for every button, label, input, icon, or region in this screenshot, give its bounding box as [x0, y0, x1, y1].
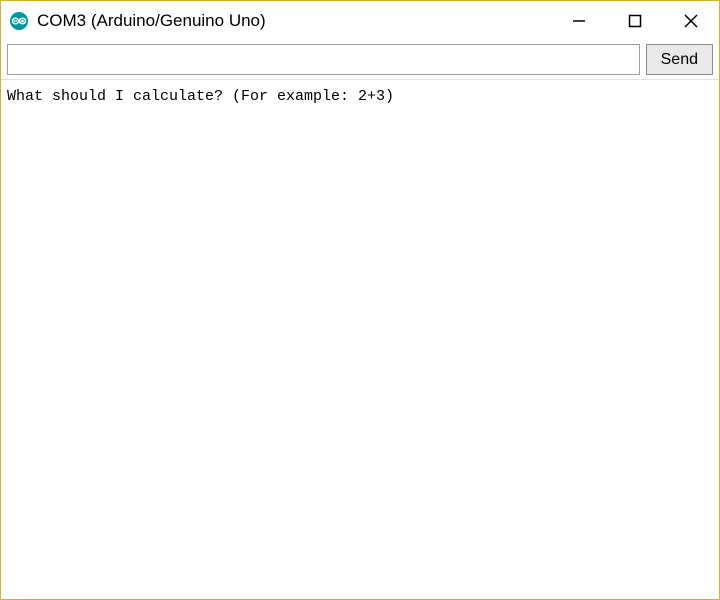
arduino-icon [9, 11, 29, 31]
serial-output: What should I calculate? (For example: 2… [1, 80, 719, 599]
maximize-icon [628, 14, 642, 28]
window-controls [551, 1, 719, 40]
input-toolbar: Send [1, 40, 719, 80]
minimize-icon [572, 14, 586, 28]
titlebar: COM3 (Arduino/Genuino Uno) [1, 0, 719, 40]
close-button[interactable] [663, 1, 719, 40]
maximize-button[interactable] [607, 1, 663, 40]
window-title: COM3 (Arduino/Genuino Uno) [37, 11, 551, 31]
minimize-button[interactable] [551, 1, 607, 40]
serial-monitor-window: COM3 (Arduino/Genuino Uno) Send [0, 0, 720, 600]
send-button[interactable]: Send [646, 44, 713, 75]
serial-input[interactable] [7, 44, 640, 75]
close-icon [684, 14, 698, 28]
